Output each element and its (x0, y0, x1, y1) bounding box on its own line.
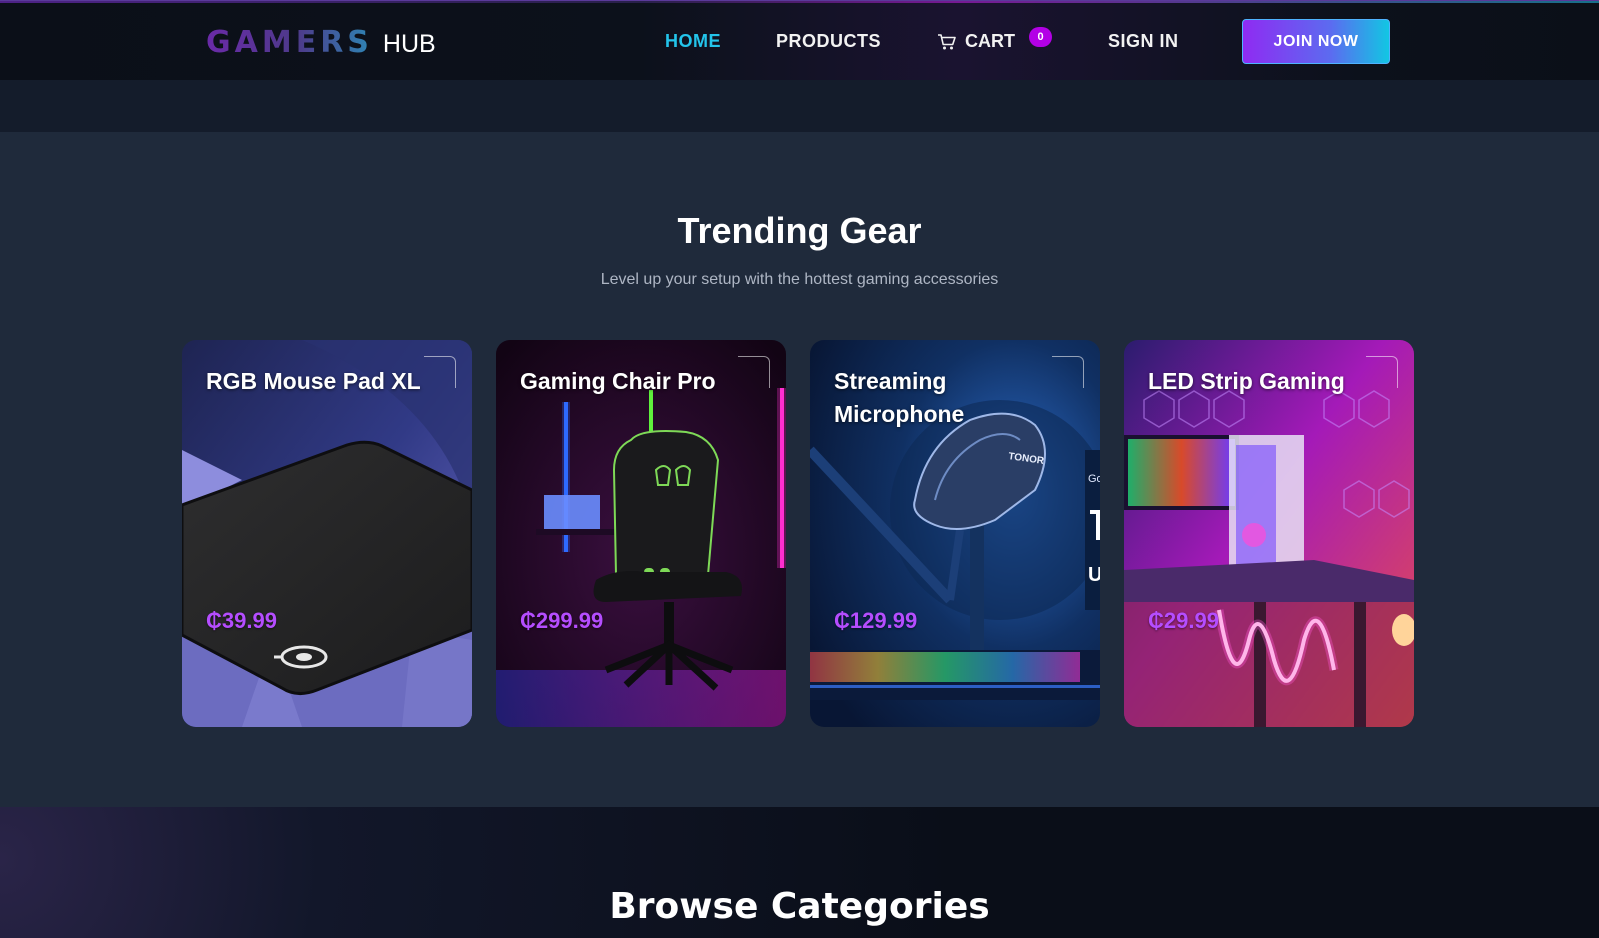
product-card[interactable]: Gaming Chair Pro ₵299.99 (496, 340, 786, 727)
nav-cart-link[interactable]: CART (937, 31, 1015, 52)
trending-title: Trending Gear (677, 210, 922, 251)
mouse-pad-image (182, 340, 472, 727)
product-price: ₵299.99 (520, 608, 604, 633)
nav-sign-in-link[interactable]: SIGN IN (1108, 31, 1179, 52)
product-name: LED Strip Gaming (1148, 368, 1345, 394)
nav-products-link[interactable]: PRODUCTS (776, 31, 881, 52)
product-name: Streaming Microphone (834, 368, 965, 427)
top-navbar: GAMERS HUB HOME PRODUCTS CART 0 SIGN IN … (0, 0, 1599, 80)
join-now-button[interactable]: JOIN NOW (1242, 19, 1390, 64)
trending-subtitle: Level up your setup with the hottest gam… (600, 271, 999, 288)
product-price: ₵29.99 (1148, 608, 1219, 633)
logo-wordmark: GAMERS (206, 25, 373, 60)
cart-count-badge: 0 (1029, 27, 1052, 47)
product-card[interactable]: Go U TONOR Streaming Microphone ₵129.99 (810, 340, 1100, 727)
led-desk-image (1124, 340, 1414, 727)
hero-strip (0, 80, 1599, 132)
nav-cart-label: CART (965, 31, 1015, 51)
gaming-chair-image (496, 340, 786, 727)
svg-text:Go: Go (1088, 473, 1100, 485)
product-price: ₵39.99 (206, 608, 277, 633)
product-price: ₵129.99 (834, 608, 918, 633)
product-name: Gaming Chair Pro (520, 368, 716, 394)
product-card[interactable]: RGB Mouse Pad XL ₵39.99 (182, 340, 472, 727)
product-name: RGB Mouse Pad XL (206, 368, 421, 394)
logo-suffix: HUB (382, 30, 436, 58)
nav-home-link[interactable]: HOME (665, 31, 721, 52)
product-card[interactable]: LED Strip Gaming ₵29.99 (1124, 340, 1414, 727)
svg-text:U: U (1088, 564, 1100, 586)
site-logo[interactable]: GAMERS HUB (206, 25, 436, 60)
cart-icon (938, 33, 956, 49)
categories-title: Browse Categories (609, 886, 990, 927)
